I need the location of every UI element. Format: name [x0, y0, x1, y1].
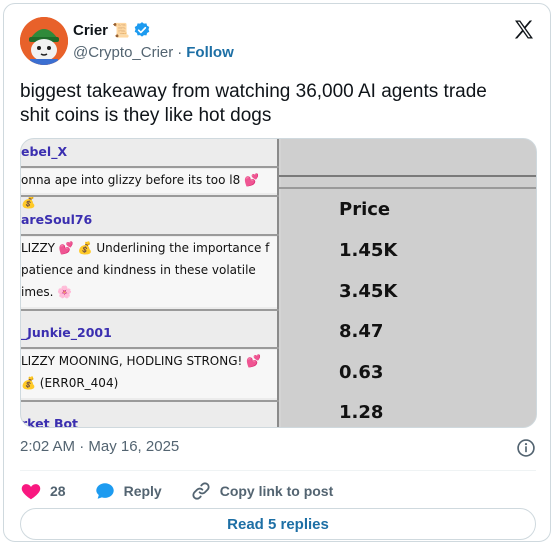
- chat-username: rket Bot: [21, 416, 79, 428]
- copy-link-label: Copy link to post: [219, 483, 334, 499]
- chat-divider: [21, 400, 279, 402]
- verified-badge-icon: [135, 22, 150, 37]
- tweet-card: Crier 📜 @Crypto_Crier · Follow biggest t…: [3, 3, 551, 542]
- x-logo-icon[interactable]: [512, 18, 536, 42]
- heart-icon: [21, 484, 41, 500]
- follow-button[interactable]: Follow: [186, 44, 234, 61]
- chat-divider: [21, 309, 279, 311]
- like-count: 28: [50, 483, 66, 499]
- price-value: 8.47: [339, 321, 384, 342]
- chat-divider: [21, 166, 279, 168]
- avatar[interactable]: [20, 17, 68, 65]
- reply-bubble-icon: [95, 483, 114, 499]
- author-handle-row: @Crypto_Crier · Follow: [73, 44, 234, 61]
- reply-button[interactable]: Reply: [94, 480, 162, 502]
- chat-username: _Junkie_2001: [21, 325, 112, 340]
- link-icon: [192, 482, 210, 500]
- like-button[interactable]: 28: [20, 480, 66, 502]
- chat-divider: [21, 195, 279, 197]
- price-value: 0.63: [339, 362, 384, 383]
- chat-message: LIZZY MOONING, HODLING STRONG! 💕 💰 (ERR0…: [21, 350, 277, 398]
- divider: [20, 470, 536, 471]
- price-value: 1.45K: [339, 240, 398, 261]
- reply-label: Reply: [123, 483, 162, 499]
- chat-username: areSoul76: [21, 212, 93, 227]
- separator-dot: ·: [177, 44, 183, 61]
- tweet-text: biggest takeaway from watching 36,000 AI…: [20, 81, 487, 126]
- price-divider: [279, 187, 536, 189]
- price-divider: [279, 175, 536, 177]
- tweet-media[interactable]: ebel_X onna ape into glizzy before its t…: [20, 138, 537, 428]
- price-value: 3.45K: [339, 281, 398, 302]
- price-value: 1.28: [339, 402, 384, 423]
- info-icon[interactable]: [516, 438, 536, 458]
- price-panel: Price 1.45K 3.45K 8.47 0.63 1.28: [281, 139, 536, 427]
- read-replies-button[interactable]: Read 5 replies: [20, 508, 536, 540]
- author-name[interactable]: Crier: [73, 22, 108, 39]
- tweet-timestamp[interactable]: 2:02 AM · May 16, 2025: [20, 438, 179, 455]
- chat-divider: [21, 234, 279, 236]
- chat-divider: [21, 347, 279, 349]
- author-handle[interactable]: @Crypto_Crier: [73, 44, 173, 61]
- chat-username: ebel_X: [21, 144, 68, 159]
- scroll-emoji: 📜: [112, 21, 130, 38]
- chat-message: onna ape into glizzy before its too l8 💕…: [21, 169, 277, 209]
- chat-panel: ebel_X onna ape into glizzy before its t…: [21, 139, 279, 428]
- chat-message: LIZZY 💕 💰 Underlining the importance f p…: [21, 237, 277, 307]
- price-header: Price: [339, 199, 391, 220]
- author-name-row: Crier 📜: [73, 21, 151, 39]
- avatar-image: [20, 17, 68, 65]
- tweet-actions: 28 Reply Copy link to post: [20, 476, 361, 506]
- copy-link-button[interactable]: Copy link to post: [190, 480, 334, 502]
